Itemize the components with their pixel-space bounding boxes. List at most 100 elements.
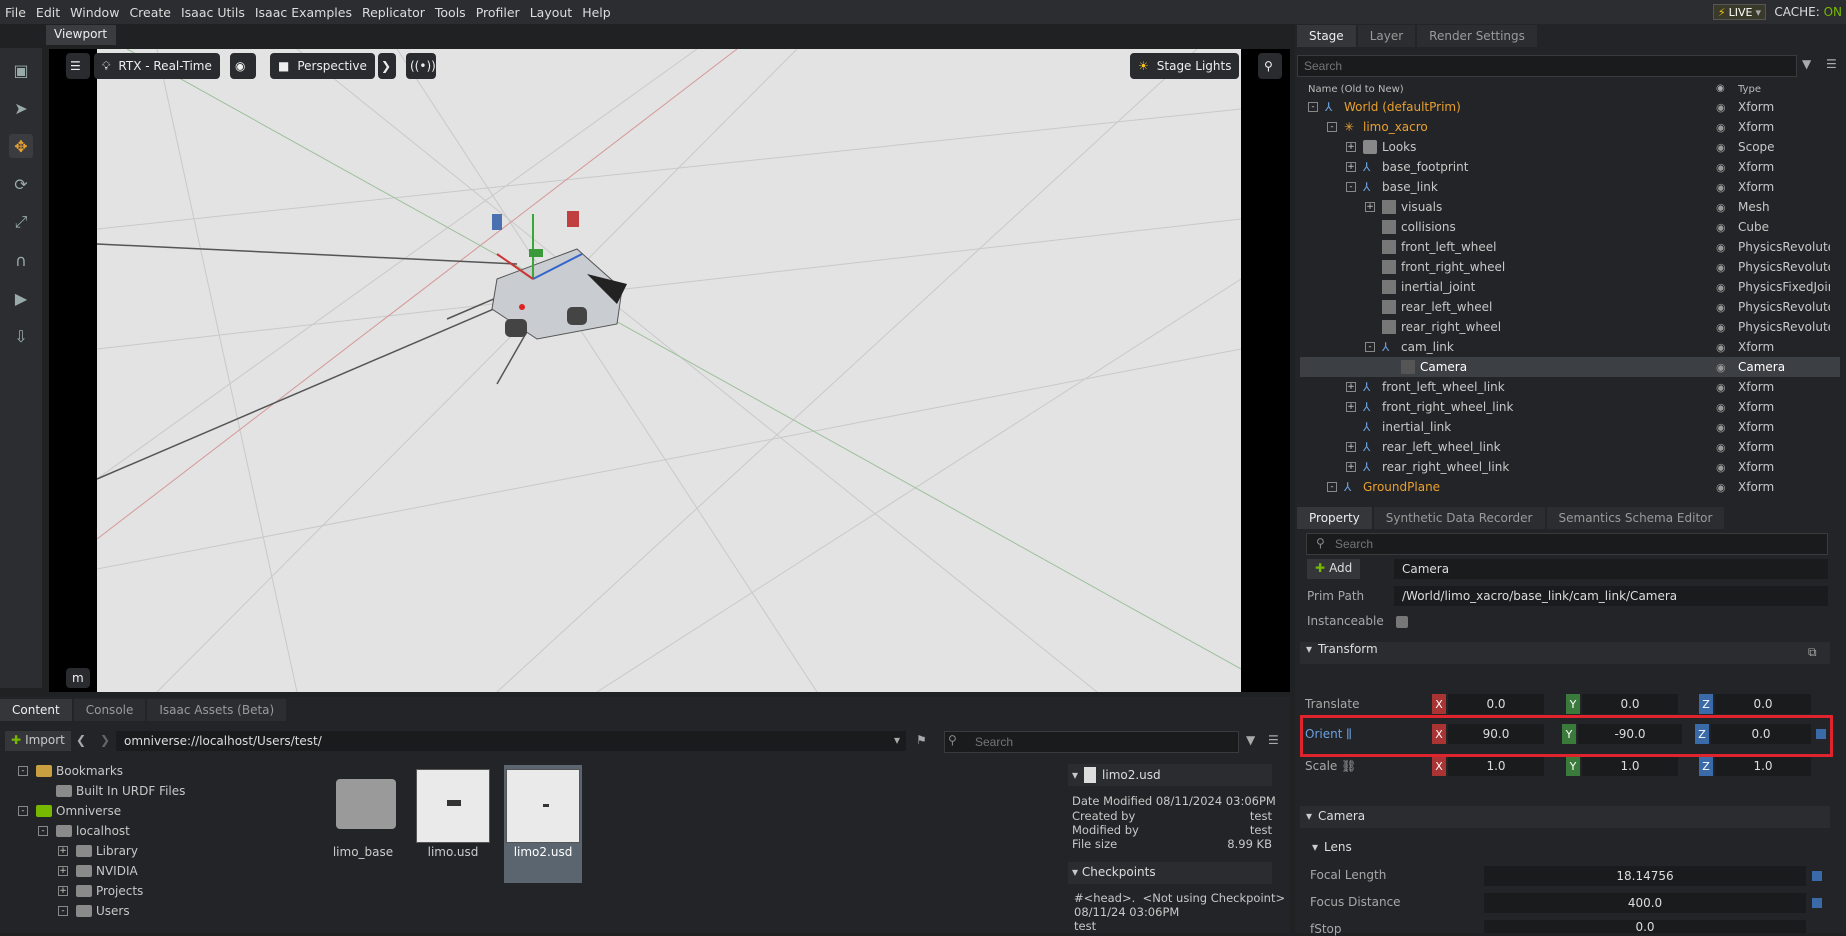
move-icon[interactable]: ✥ <box>9 134 33 158</box>
stage-row[interactable]: - ⅄ cam_link ◉ Xform <box>1300 337 1840 357</box>
pin-icon[interactable]: ⚲ <box>1258 53 1282 79</box>
play-icon[interactable]: ▶ <box>9 286 33 310</box>
scale-y-field[interactable]: 1.0 <box>1582 756 1678 776</box>
import-button[interactable]: ✚ Import <box>5 731 71 751</box>
scale-icon[interactable]: ⤢ <box>9 210 33 234</box>
visibility-eye-icon[interactable]: ◉ <box>1716 161 1726 174</box>
fstop-field[interactable]: 0.0 <box>1484 920 1806 933</box>
stage-row[interactable]: + ⅄ front_right_wheel_link ◉ Xform <box>1300 397 1840 417</box>
stage-row[interactable]: + visuals ◉ Mesh <box>1300 197 1840 217</box>
stage-row[interactable]: inertial_joint ◉ PhysicsFixedJoint <box>1300 277 1840 297</box>
tab-layer[interactable]: Layer <box>1357 25 1416 47</box>
forward-icon[interactable]: ❯ <box>100 733 110 747</box>
visibility-eye-icon[interactable]: ◉ <box>1716 301 1726 314</box>
stage-row[interactable]: - ⅄ World (defaultPrim) ◉ Xform <box>1300 97 1840 117</box>
focal-length-keyframe-icon[interactable] <box>1812 871 1822 881</box>
menu-tools[interactable]: Tools <box>430 5 471 20</box>
visibility-eye-icon[interactable]: ◉ <box>1716 141 1726 154</box>
content-tree-item[interactable]: Built In URDF Files <box>4 781 294 801</box>
expand-toggle-icon[interactable]: + <box>1365 202 1375 212</box>
focal-length-field[interactable]: 18.14756 <box>1484 866 1806 886</box>
transform-options-icon[interactable]: ⧉ <box>1808 645 1817 660</box>
add-button[interactable]: ✚ Add <box>1307 559 1361 579</box>
expand-toggle-icon[interactable]: - <box>1327 122 1337 132</box>
camera-header[interactable]: ▾ Camera <box>1300 806 1830 828</box>
expand-toggle-icon[interactable]: - <box>18 806 28 816</box>
content-tree-item[interactable]: + Projects <box>4 881 294 901</box>
stage-row[interactable]: + Looks ◉ Scope <box>1300 137 1840 157</box>
stage-row[interactable]: ⅄ inertial_link ◉ Xform <box>1300 417 1840 437</box>
stage-row[interactable]: + ⅄ base_footprint ◉ Xform <box>1300 157 1840 177</box>
scale-x-field[interactable]: 1.0 <box>1448 756 1544 776</box>
visibility-eye-icon[interactable]: ◉ <box>1716 241 1726 254</box>
tab-content[interactable]: Content <box>0 699 72 721</box>
file-label-limo-base[interactable]: limo_base <box>323 845 403 859</box>
tab-render-settings[interactable]: Render Settings <box>1417 25 1537 47</box>
filter-icon[interactable]: ▼ <box>1246 733 1255 747</box>
filter-icon[interactable]: ▼ <box>1802 57 1811 71</box>
content-path-field[interactable]: omniverse://localhost/Users/test/ <box>116 731 906 751</box>
menu-profiler[interactable]: Profiler <box>471 5 525 20</box>
stage-row[interactable]: rear_right_wheel ◉ PhysicsRevolute <box>1300 317 1840 337</box>
visibility-eye-icon[interactable]: ◉ <box>1716 421 1726 434</box>
stage-row[interactable]: + ⅄ rear_left_wheel_link ◉ Xform <box>1300 437 1840 457</box>
tab-property[interactable]: Property <box>1297 507 1372 529</box>
focus-distance-field[interactable]: 400.0 <box>1484 893 1806 913</box>
visibility-eye-icon[interactable]: ◉ <box>1716 281 1726 294</box>
expand-toggle-icon[interactable]: - <box>1365 342 1375 352</box>
visibility-eye-icon[interactable]: ◉ <box>1716 461 1726 474</box>
menu-icon[interactable]: ☰ <box>1826 57 1837 71</box>
menu-create[interactable]: Create <box>124 5 176 20</box>
viewport-settings-icon[interactable]: ☰ <box>66 53 90 79</box>
tab-isaac-assets[interactable]: Isaac Assets (Beta) <box>147 699 287 721</box>
visibility-eye-icon[interactable]: ◉ <box>1716 181 1726 194</box>
visibility-eye-icon[interactable]: ◉ <box>1716 321 1726 334</box>
expand-toggle-icon[interactable]: + <box>58 886 68 896</box>
tab-synthetic-data-recorder[interactable]: Synthetic Data Recorder <box>1373 507 1545 529</box>
physics-icon[interactable]: ⇩ <box>9 324 33 348</box>
file-label-limo[interactable]: limo.usd <box>413 845 493 859</box>
expand-toggle-icon[interactable]: - <box>1346 182 1356 192</box>
menu-help[interactable]: Help <box>577 5 616 20</box>
translate-x-field[interactable]: 0.0 <box>1448 694 1544 714</box>
expand-toggle-icon[interactable]: + <box>1346 462 1356 472</box>
file-thumb-limo2[interactable] <box>506 769 580 843</box>
visibility-eye-icon[interactable]: ◉ <box>1716 361 1726 374</box>
translate-z-field[interactable]: 0.0 <box>1715 694 1811 714</box>
expand-toggle-icon[interactable]: - <box>58 906 68 916</box>
lens-header[interactable]: ▾ Lens <box>1306 838 1830 858</box>
expand-toggle-icon[interactable]: + <box>1346 142 1356 152</box>
live-button[interactable]: ⚡ LIVE ▾ <box>1712 4 1766 20</box>
menu-edit[interactable]: Edit <box>31 5 65 20</box>
stage-row[interactable]: + ⅄ front_left_wheel_link ◉ Xform <box>1300 377 1840 397</box>
visibility-eye-icon[interactable]: ◉ <box>1716 481 1726 494</box>
content-tree-item[interactable]: - Bookmarks <box>4 761 294 781</box>
column-name-header[interactable]: Name (Old to New) <box>1308 84 1404 95</box>
checkpoint-head[interactable]: #<head>. <Not using Checkpoint> <box>1074 891 1285 905</box>
menu-isaac-examples[interactable]: Isaac Examples <box>250 5 357 20</box>
menu-layout[interactable]: Layout <box>525 5 578 20</box>
rotate-icon[interactable]: ⟳ <box>9 172 33 196</box>
expand-toggle-icon[interactable]: + <box>1346 402 1356 412</box>
visibility-eye-icon[interactable]: ◉ <box>1716 101 1726 114</box>
content-search-input[interactable] <box>944 731 1239 753</box>
prim-path-field[interactable]: /World/limo_xacro/base_link/cam_link/Cam… <box>1394 586 1828 606</box>
file-thumb-limo[interactable] <box>416 769 490 843</box>
prim-name-field[interactable]: Camera <box>1394 559 1828 579</box>
stage-row[interactable]: front_left_wheel ◉ PhysicsRevolute <box>1300 237 1840 257</box>
focus-distance-keyframe-icon[interactable] <box>1812 898 1822 908</box>
select-arrow-icon[interactable]: ➤ <box>9 96 33 120</box>
expand-toggle-icon[interactable]: + <box>58 866 68 876</box>
menu-replicator[interactable]: Replicator <box>357 5 430 20</box>
column-type-header[interactable]: Type <box>1738 84 1761 95</box>
bookmark-icon[interactable]: ⚑ <box>916 733 927 747</box>
details-header[interactable]: ▾ limo2.usd <box>1068 764 1272 786</box>
visibility-eye-icon[interactable]: ◉ <box>1716 221 1726 234</box>
chevron-down-icon[interactable]: ▾ <box>1755 6 1761 19</box>
content-tree-item[interactable]: - Users <box>4 901 294 921</box>
expand-toggle-icon[interactable]: + <box>58 846 68 856</box>
menu-file[interactable]: File <box>0 5 31 20</box>
file-label-limo2[interactable]: limo2.usd <box>503 845 583 859</box>
link-icon[interactable]: ⛓ <box>1341 759 1356 773</box>
stage-row[interactable]: collisions ◉ Cube <box>1300 217 1840 237</box>
